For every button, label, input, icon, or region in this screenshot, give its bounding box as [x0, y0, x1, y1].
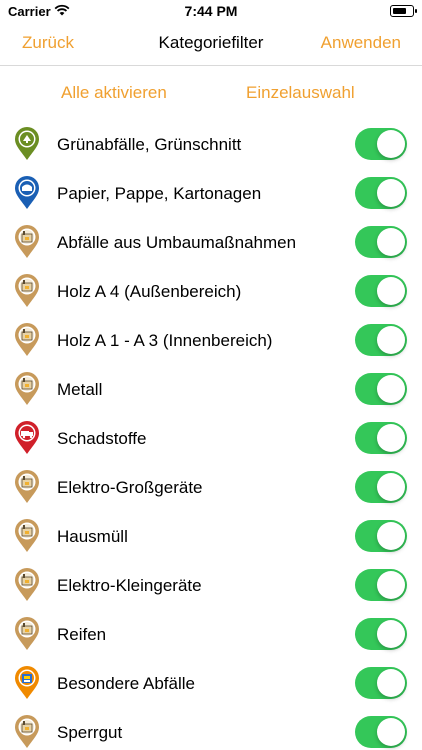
- activate-all-button[interactable]: Alle aktivieren: [61, 83, 167, 103]
- apply-button[interactable]: Anwenden: [321, 33, 401, 53]
- category-row: Holz A 1 - A 3 (Innenbereich): [0, 316, 422, 365]
- category-row: Grünabfälle, Grünschnitt: [0, 120, 422, 169]
- clock: 7:44 PM: [184, 3, 238, 19]
- category-toggle[interactable]: [355, 128, 407, 160]
- category-label: Holz A 4 (Außenbereich): [57, 282, 242, 301]
- category-label: Hausmüll: [57, 527, 128, 546]
- hazmat-truck-icon: [15, 421, 39, 454]
- container-icon: [15, 225, 39, 258]
- category-row: Elektro-Großgeräte: [0, 463, 422, 512]
- category-toggle[interactable]: [355, 569, 407, 601]
- paper-icon: [15, 176, 39, 209]
- selection-mode-bar: Alle aktivieren Einzelauswahl: [0, 66, 422, 122]
- category-label: Elektro-Kleingeräte: [57, 576, 202, 595]
- category-label: Metall: [57, 380, 103, 399]
- category-toggle[interactable]: [355, 422, 407, 454]
- category-toggle[interactable]: [355, 373, 407, 405]
- green-waste-icon: [15, 127, 39, 160]
- toggle-knob: [377, 228, 405, 256]
- toggle-knob: [377, 522, 405, 550]
- category-label: Besondere Abfälle: [57, 674, 195, 693]
- category-toggle[interactable]: [355, 716, 407, 748]
- toggle-knob: [377, 669, 405, 697]
- category-label: Elektro-Großgeräte: [57, 478, 203, 497]
- category-toggle[interactable]: [355, 177, 407, 209]
- toggle-knob: [377, 473, 405, 501]
- status-bar: Carrier 7:44 PM: [0, 0, 422, 24]
- category-toggle[interactable]: [355, 618, 407, 650]
- category-toggle[interactable]: [355, 226, 407, 258]
- category-row: Besondere Abfälle: [0, 659, 422, 708]
- category-toggle[interactable]: [355, 667, 407, 699]
- category-label: Schadstoffe: [57, 429, 147, 448]
- toggle-knob: [377, 326, 405, 354]
- category-label: Reifen: [57, 625, 107, 644]
- category-label: Grünabfälle, Grünschnitt: [57, 135, 242, 154]
- category-row: Abfälle aus Umbaumaßnahmen: [0, 218, 422, 267]
- toggle-knob: [377, 179, 405, 207]
- container-icon: [15, 470, 39, 503]
- container-icon: [15, 323, 39, 356]
- toggle-knob: [377, 620, 405, 648]
- toggle-knob: [377, 375, 405, 403]
- category-row: Holz A 4 (Außenbereich): [0, 267, 422, 316]
- toggle-knob: [377, 277, 405, 305]
- category-row: Schadstoffe: [0, 414, 422, 463]
- toggle-knob: [377, 130, 405, 158]
- category-label: Papier, Pappe, Kartonagen: [57, 184, 262, 203]
- category-toggle[interactable]: [355, 520, 407, 552]
- category-row: Elektro-Kleingeräte: [0, 561, 422, 610]
- category-list: Grünabfälle, Grünschnitt Papier, Pappe, K…: [0, 120, 422, 750]
- category-label: Holz A 1 - A 3 (Innenbereich): [57, 331, 273, 350]
- battery-icon: [390, 5, 417, 17]
- container-icon: [15, 617, 39, 650]
- navigation-bar: Zurück Kategoriefilter Anwenden: [0, 24, 422, 66]
- container-icon: [15, 274, 39, 307]
- single-selection-button[interactable]: Einzelauswahl: [246, 83, 355, 103]
- category-toggle[interactable]: [355, 324, 407, 356]
- container-icon: [15, 519, 39, 552]
- category-row: Hausmüll: [0, 512, 422, 561]
- toggle-knob: [377, 424, 405, 452]
- container-icon: [15, 568, 39, 601]
- category-row: Metall: [0, 365, 422, 414]
- container-icon: [15, 372, 39, 405]
- category-label: Sperrgut: [57, 723, 123, 742]
- category-toggle[interactable]: [355, 471, 407, 503]
- special-waste-icon: [15, 666, 39, 699]
- category-toggle[interactable]: [355, 275, 407, 307]
- container-icon: [15, 715, 39, 748]
- toggle-knob: [377, 571, 405, 599]
- category-row: Papier, Pappe, Kartonagen: [0, 169, 422, 218]
- toggle-knob: [377, 718, 405, 746]
- category-label: Abfälle aus Umbaumaßnahmen: [57, 233, 297, 252]
- category-row: Sperrgut: [0, 708, 422, 750]
- category-row: Reifen: [0, 610, 422, 659]
